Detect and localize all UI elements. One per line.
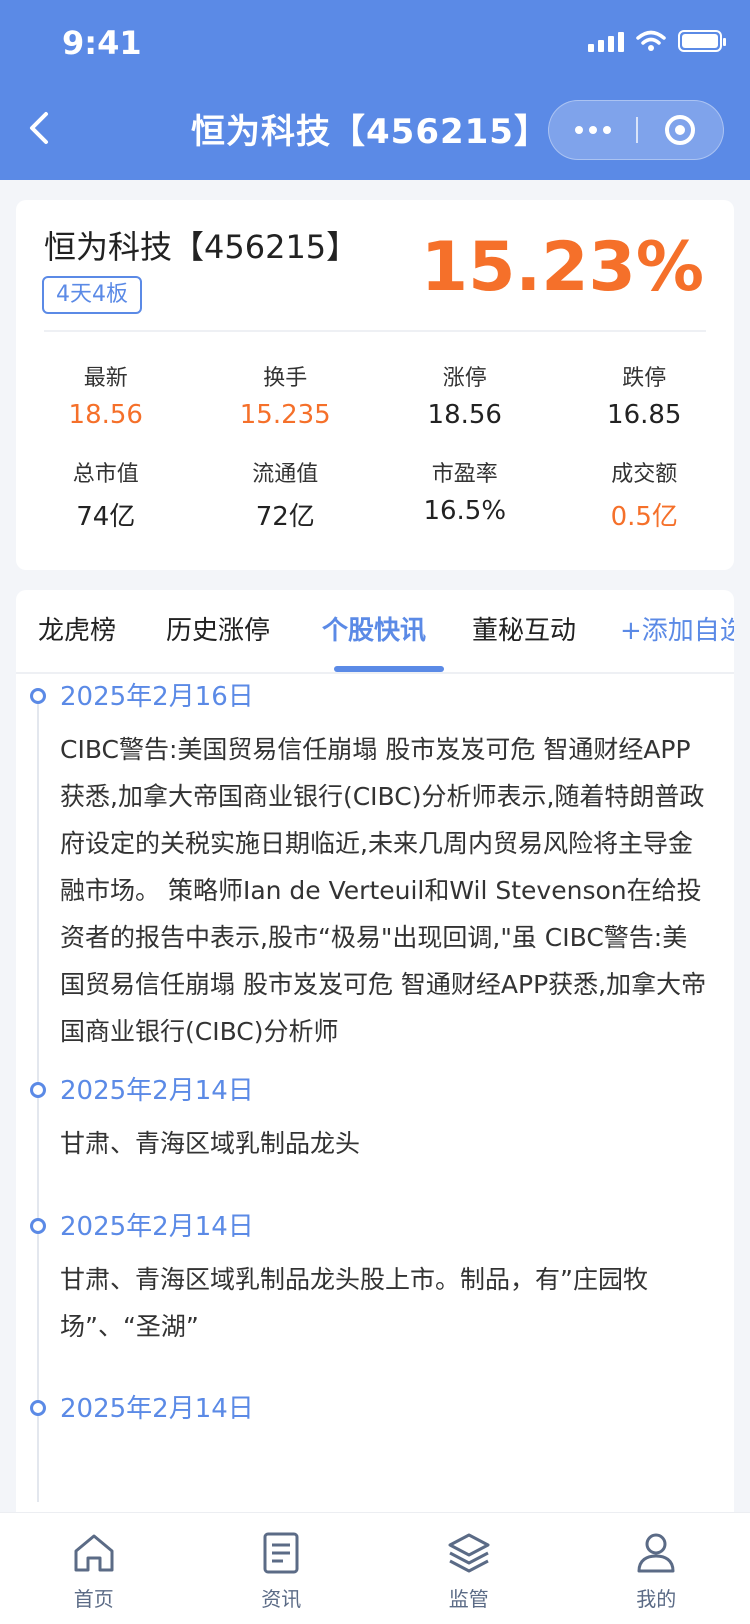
bottom-nav: 首页 资讯 监管 我的 bbox=[0, 1512, 750, 1624]
metric-turnover: 换手 15.235 bbox=[196, 360, 376, 430]
active-tab-indicator bbox=[334, 666, 444, 672]
limit-up-badge: 4天4板 bbox=[42, 276, 142, 314]
nav-label: 监管 bbox=[448, 1587, 489, 1611]
stock-change-percent: 15.23% bbox=[420, 228, 704, 307]
news-date: 2025年2月14日 bbox=[60, 1394, 254, 1424]
nav-label: 我的 bbox=[636, 1587, 677, 1611]
status-icons bbox=[588, 30, 726, 52]
metric-label: 最新 bbox=[83, 366, 128, 391]
metric-label: 换手 bbox=[263, 366, 308, 391]
metric-value: 0.5亿 bbox=[610, 502, 678, 532]
metric-label: 市盈率 bbox=[431, 462, 498, 487]
nav-news[interactable]: 资讯 bbox=[188, 1513, 376, 1624]
news-date: 2025年2月14日 bbox=[60, 1076, 254, 1106]
wifi-icon bbox=[636, 30, 666, 51]
tab-dragon-tiger[interactable]: 龙虎榜 bbox=[38, 610, 116, 647]
metric-limit-up: 涨停 18.56 bbox=[375, 360, 555, 430]
stock-name: 恒为科技【456215】 bbox=[44, 228, 359, 266]
metric-value: 18.56 bbox=[68, 400, 143, 430]
tab-stock-news[interactable]: 个股快讯 bbox=[322, 610, 426, 647]
tab-add-watchlist[interactable]: +添加自选 bbox=[620, 610, 734, 647]
status-time: 9:41 bbox=[62, 24, 142, 62]
metric-label: 涨停 bbox=[442, 366, 487, 391]
tab-limit-history[interactable]: 历史涨停 bbox=[166, 610, 270, 647]
mini-program-capsule bbox=[548, 100, 724, 160]
metric-float-cap: 流通值 72亿 bbox=[196, 456, 376, 533]
user-icon bbox=[637, 1533, 675, 1573]
timeline-dot bbox=[30, 1400, 46, 1416]
metric-value: 18.56 bbox=[427, 400, 502, 430]
detail-panel: 龙虎榜 历史涨停 个股快讯 董秘互动 +添加自选 2025年2月16日 CIBC… bbox=[16, 590, 734, 1624]
news-date: 2025年2月16日 bbox=[60, 682, 254, 712]
news-text: 甘肃、青海区域乳制品龙头股上市。制品，有”庄园牧场”、“圣湖” bbox=[60, 1265, 648, 1341]
nav-label: 首页 bbox=[73, 1587, 114, 1611]
metric-market-cap: 总市值 74亿 bbox=[16, 456, 196, 533]
close-capsule-icon[interactable] bbox=[638, 100, 723, 160]
metric-label: 成交额 bbox=[611, 462, 678, 487]
stock-metrics: 最新 18.56 换手 15.235 涨停 18.56 跌停 16.85 总市值… bbox=[16, 360, 734, 533]
metric-label: 跌停 bbox=[622, 366, 667, 391]
metric-latest: 最新 18.56 bbox=[16, 360, 196, 430]
timeline-dot bbox=[30, 688, 46, 704]
metric-pe-ratio: 市盈率 16.5% bbox=[375, 456, 555, 533]
nav-profile[interactable]: 我的 bbox=[563, 1513, 750, 1624]
more-icon[interactable] bbox=[549, 100, 636, 160]
news-date: 2025年2月14日 bbox=[60, 1212, 254, 1242]
nav-label: 资讯 bbox=[261, 1587, 302, 1611]
home-icon bbox=[74, 1534, 114, 1572]
metric-limit-down: 跌停 16.85 bbox=[555, 360, 735, 430]
timeline-dot bbox=[30, 1218, 46, 1234]
stock-summary-card: 恒为科技【456215】 4天4板 15.23% 最新 18.56 换手 15.… bbox=[16, 200, 734, 570]
metric-value: 74亿 bbox=[76, 502, 136, 532]
timeline-dot bbox=[30, 1082, 46, 1098]
timeline-line bbox=[37, 702, 39, 1502]
news-icon bbox=[263, 1532, 299, 1574]
divider bbox=[44, 330, 706, 332]
metric-value: 16.85 bbox=[607, 400, 682, 430]
signal-icon bbox=[588, 30, 624, 52]
tab-secretary-qa[interactable]: 董秘互动 bbox=[472, 610, 576, 647]
news-text: CIBC警告:美国贸易信任崩塌 股市岌岌可危 智通财经APP获悉,加拿大帝国商业… bbox=[60, 735, 707, 1046]
metric-label: 流通值 bbox=[252, 462, 319, 487]
app-header: 9:41 恒为科技【456215】 bbox=[0, 0, 750, 180]
metric-value: 72亿 bbox=[255, 502, 315, 532]
tab-bar: 龙虎榜 历史涨停 个股快讯 董秘互动 +添加自选 bbox=[16, 590, 734, 674]
metric-value: 15.235 bbox=[239, 400, 331, 430]
news-text: 甘肃、青海区域乳制品龙头 bbox=[60, 1129, 361, 1158]
nav-regulation[interactable]: 监管 bbox=[375, 1513, 563, 1624]
metric-value: 16.5% bbox=[423, 496, 507, 526]
nav-home[interactable]: 首页 bbox=[0, 1513, 188, 1624]
metric-volume: 成交额 0.5亿 bbox=[555, 456, 735, 533]
layers-icon bbox=[448, 1533, 490, 1573]
metric-label: 总市值 bbox=[72, 462, 139, 487]
battery-icon bbox=[678, 30, 726, 52]
